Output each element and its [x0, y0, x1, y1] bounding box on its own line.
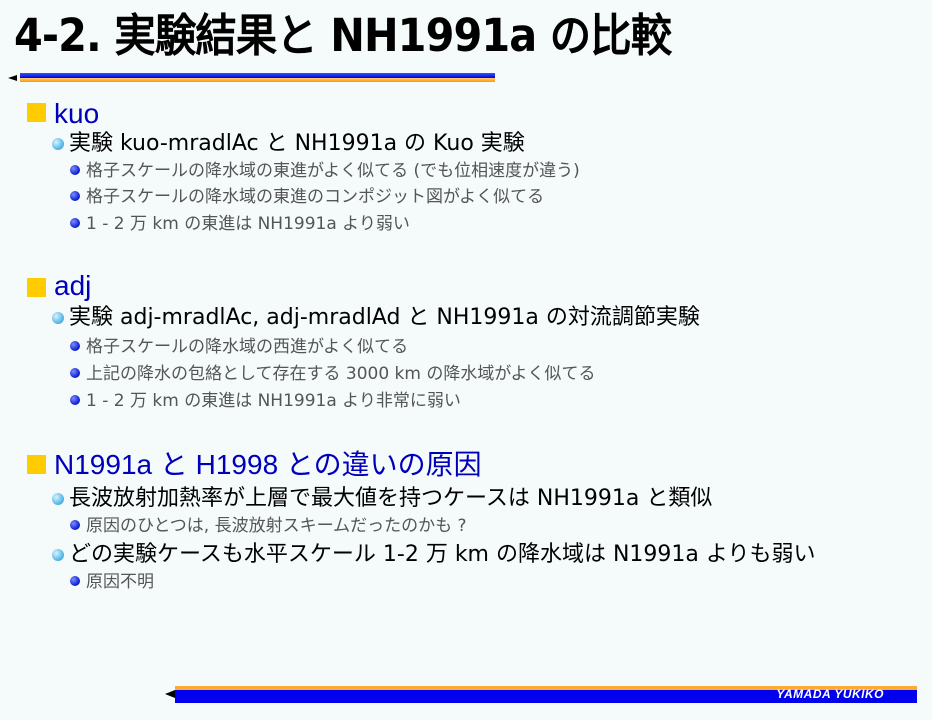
arrow-left-icon: [8, 75, 17, 81]
round-bullet-icon: [70, 576, 80, 586]
square-bullet-icon: [27, 103, 46, 122]
title-rule: [8, 73, 495, 82]
round-bullet-icon: [70, 368, 80, 378]
round-bullet-icon: [70, 395, 80, 405]
round-bullet-icon: [52, 549, 64, 561]
square-bullet-icon: [27, 278, 46, 297]
round-bullet-icon: [70, 191, 80, 201]
round-bullet-icon: [52, 138, 64, 150]
round-bullet-icon: [52, 493, 64, 505]
footer-author: YAMADA YUKIKO: [776, 687, 884, 701]
round-bullet-icon: [70, 520, 80, 530]
slide-title: 4-2. 実験結果と NH1991a の比較: [14, 9, 672, 62]
square-bullet-icon: [27, 455, 46, 474]
round-bullet-icon: [70, 341, 80, 351]
arrow-left-icon: [165, 690, 175, 698]
round-bullet-icon: [52, 312, 64, 324]
round-bullet-icon: [70, 165, 80, 175]
round-bullet-icon: [70, 218, 80, 228]
